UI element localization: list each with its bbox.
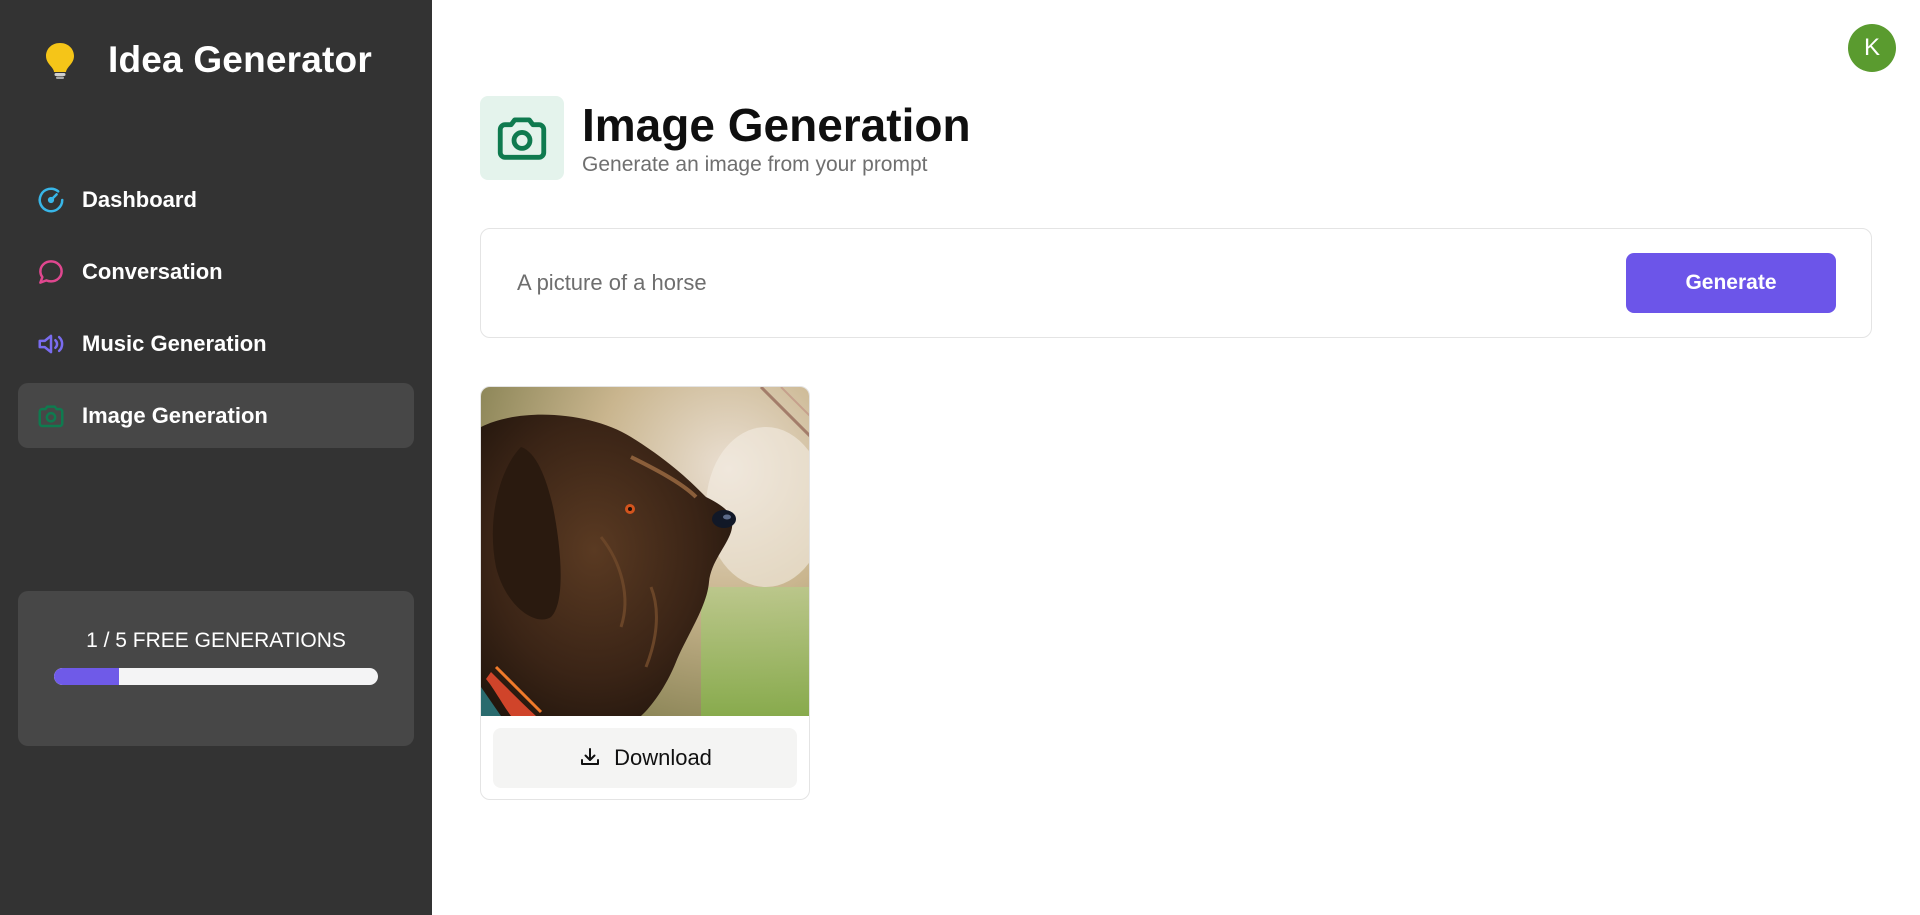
sidebar-item-label: Conversation: [82, 258, 223, 284]
camera-icon: [480, 96, 564, 180]
app-title: Idea Generator: [108, 39, 372, 80]
prompt-input[interactable]: [517, 263, 1517, 303]
sidebar-item-conversation[interactable]: Conversation: [18, 239, 414, 304]
page-title: Image Generation: [582, 99, 971, 151]
generated-image-card: Download: [480, 386, 810, 800]
download-icon: [578, 745, 602, 772]
page-subtitle: Generate an image from your prompt: [582, 153, 928, 176]
generate-button[interactable]: Generate: [1626, 253, 1836, 313]
free-generations-counter: 1 / 5 FREE GENERATIONS: [18, 591, 414, 746]
speaker-icon: [36, 329, 66, 359]
page-header-text: Image Generation Generate an image from …: [582, 99, 971, 177]
download-button[interactable]: Download: [493, 728, 797, 788]
sidebar-item-image-generation[interactable]: Image Generation: [18, 383, 414, 448]
sidebar-item-label: Dashboard: [82, 186, 197, 212]
sidebar-item-label: Music Generation: [82, 330, 267, 356]
sidebar-item-label: Image Generation: [82, 402, 268, 428]
sidebar-item-music-generation[interactable]: Music Generation: [18, 311, 414, 376]
chat-bubble-icon: [36, 257, 66, 287]
sidebar-item-dashboard[interactable]: Dashboard: [18, 167, 414, 232]
camera-icon: [36, 401, 66, 431]
prompt-form: Generate: [480, 228, 1872, 338]
free-generations-text: 1 / 5 FREE GENERATIONS: [86, 629, 346, 652]
free-generations-progress: [54, 668, 378, 685]
gauge-icon: [36, 185, 66, 215]
lightbulb-icon: [40, 40, 80, 80]
sidebar-nav: Dashboard Conversation Music Generation: [18, 167, 414, 455]
generated-image[interactable]: [481, 387, 810, 716]
brand[interactable]: Idea Generator: [40, 36, 372, 84]
page-header: Image Generation Generate an image from …: [480, 96, 971, 180]
user-avatar[interactable]: K: [1848, 24, 1896, 72]
free-generations-progress-fill: [54, 668, 119, 685]
sidebar: Idea Generator Dashboard Conversation Mu…: [0, 0, 432, 915]
download-label: Download: [614, 745, 712, 770]
